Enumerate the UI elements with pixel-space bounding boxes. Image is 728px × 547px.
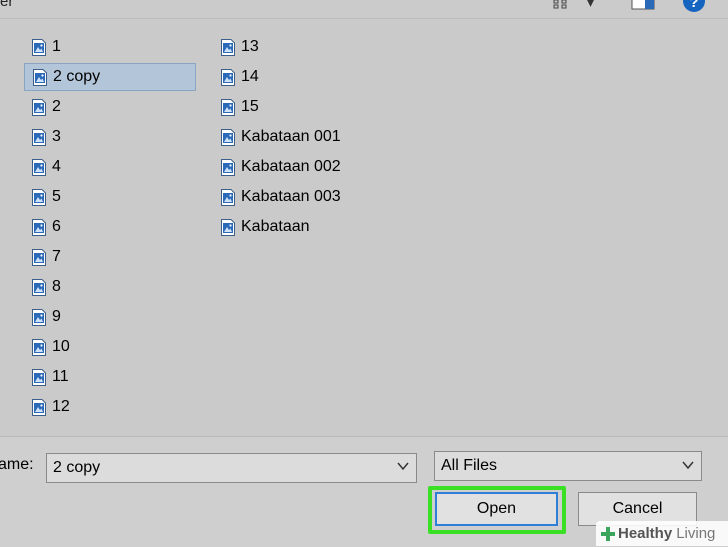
file-item[interactable]: 2 (24, 93, 196, 121)
file-item-label: Kabataan 002 (241, 158, 341, 175)
file-item[interactable]: 12 (24, 393, 196, 421)
file-item-label: 8 (52, 278, 61, 295)
image-file-icon (32, 398, 46, 416)
dialog-title: er (0, 0, 14, 10)
file-item[interactable]: 15 (213, 93, 341, 121)
image-file-icon (32, 188, 46, 206)
filename-input[interactable]: 2 copy (46, 453, 417, 483)
file-item-label: 2 (52, 98, 61, 115)
image-file-icon (221, 68, 235, 86)
file-item[interactable]: 10 (24, 333, 196, 361)
file-item[interactable]: 4 (24, 153, 196, 181)
file-item-label: Kabataan 001 (241, 128, 341, 145)
file-item-label: 3 (52, 128, 61, 145)
file-item[interactable]: 9 (24, 303, 196, 331)
file-item-label: Kabataan 003 (241, 188, 341, 205)
image-file-icon (32, 38, 46, 56)
file-item[interactable]: 1 (24, 33, 196, 61)
file-item-label: 6 (52, 218, 61, 235)
image-file-icon (221, 158, 235, 176)
file-item-label: 7 (52, 248, 61, 265)
healthy-living-logo-icon (601, 526, 615, 541)
file-column-1: 1 2 copy 2 3 4 5 6 7 8 9 10 11 12 (24, 33, 196, 423)
image-file-icon (32, 218, 46, 236)
watermark-brand-light: Living (676, 525, 716, 542)
file-item-label: 10 (52, 338, 70, 355)
view-options-icon[interactable] (553, 0, 575, 10)
file-item[interactable]: 13 (213, 33, 341, 61)
file-item[interactable]: 14 (213, 63, 341, 91)
image-file-icon (32, 98, 46, 116)
view-dropdown-chevron-icon[interactable]: ▾ (587, 0, 594, 11)
file-list: 1 2 copy 2 3 4 5 6 7 8 9 10 11 12 13 14 15 Kabataan 001… (0, 18, 728, 437)
file-item[interactable]: 11 (24, 363, 196, 391)
open-button[interactable]: Open (435, 492, 558, 526)
file-item[interactable]: 2 copy (24, 63, 196, 91)
file-item[interactable]: Kabataan 002 (213, 153, 341, 181)
watermark-brand-bold: Healthy (618, 525, 673, 542)
file-item[interactable]: Kabataan 001 (213, 123, 341, 151)
file-item-label: 1 (52, 38, 61, 55)
chevron-down-icon[interactable] (396, 459, 410, 473)
filetype-select[interactable]: All Files (434, 451, 702, 481)
image-file-icon (32, 338, 46, 356)
file-item-label: 12 (52, 398, 70, 415)
file-item-label: 9 (52, 308, 61, 325)
file-column-2: 13 14 15 Kabataan 001 Kabataan 002 Kabataan 0… (213, 33, 341, 243)
file-item[interactable]: 5 (24, 183, 196, 211)
image-file-icon (32, 128, 46, 146)
file-item-label: 13 (241, 38, 259, 55)
file-item-label: Kabataan (241, 218, 310, 235)
image-file-icon (221, 218, 235, 236)
watermark: Healthy Living (596, 521, 728, 546)
dialog-toolbar: er ▾ ? (0, 0, 728, 18)
image-file-icon (32, 308, 46, 326)
filetype-value: All Files (441, 457, 498, 474)
preview-pane-icon[interactable] (631, 0, 655, 10)
image-file-icon (32, 278, 46, 296)
filename-value: 2 copy (53, 459, 101, 476)
file-item-label: 5 (52, 188, 61, 205)
file-item[interactable]: Kabataan 003 (213, 183, 341, 211)
file-item-label: 11 (52, 368, 69, 385)
image-file-icon (221, 128, 235, 146)
image-file-icon (33, 68, 47, 86)
file-item[interactable]: 3 (24, 123, 196, 151)
image-file-icon (32, 248, 46, 266)
image-file-icon (32, 158, 46, 176)
filename-label: ame: (0, 456, 34, 473)
image-file-icon (32, 368, 46, 386)
image-file-icon (221, 188, 235, 206)
help-icon[interactable]: ? (683, 0, 705, 12)
file-item-label: 14 (241, 68, 259, 85)
image-file-icon (221, 98, 235, 116)
file-item-label: 2 copy (53, 68, 101, 85)
image-file-icon (221, 38, 235, 56)
file-item[interactable]: Kabataan (213, 213, 341, 241)
file-item-label: 4 (52, 158, 61, 175)
file-item-label: 15 (241, 98, 259, 115)
file-item[interactable]: 8 (24, 273, 196, 301)
file-item[interactable]: 6 (24, 213, 196, 241)
file-item[interactable]: 7 (24, 243, 196, 271)
chevron-down-icon[interactable] (681, 458, 695, 472)
